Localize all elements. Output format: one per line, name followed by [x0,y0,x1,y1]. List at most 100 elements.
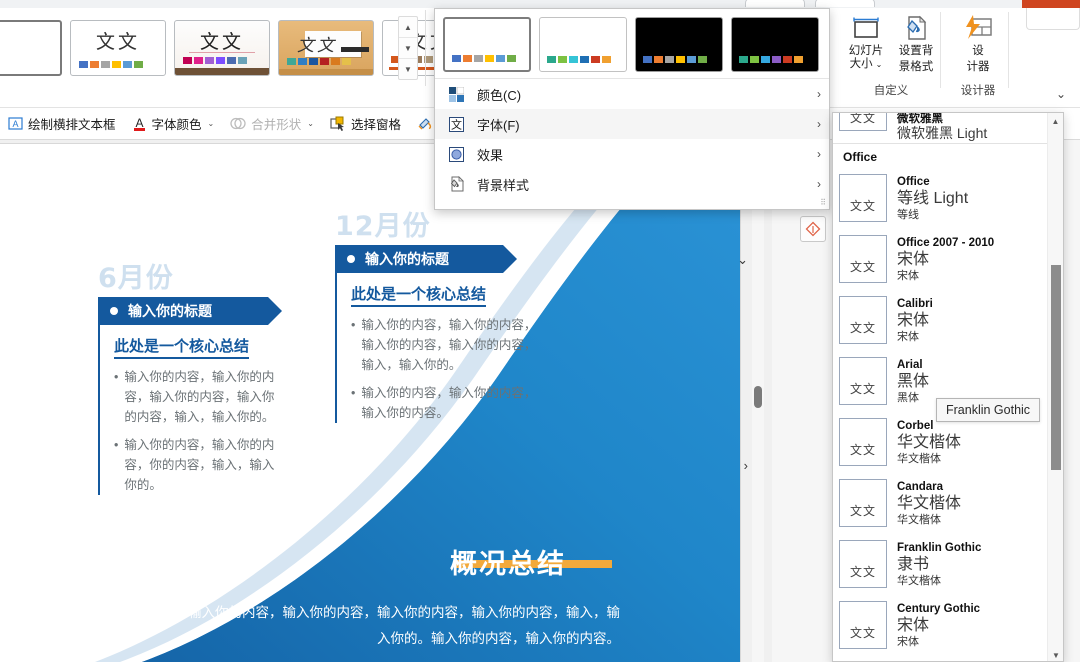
menu-item-background-styles[interactable]: 背景样式 › [435,169,829,199]
theme-gallery[interactable]: 文文 文文 文文 文文 [0,14,478,82]
merge-shapes-label: 合并形状 [251,118,302,132]
font-clipped-line-2: 微软雅黑 Light [897,125,988,141]
ribbon-group-designer: 设 计器 设计器 [948,10,1008,97]
format-background-icon [893,10,939,42]
menu-resize-grip[interactable]: ⠿ [820,198,826,207]
font-name: Franklin Gothic [897,542,982,554]
list-item: • 输入你的内容，输入你的内容，你的内容，输入，输入你的。 [114,435,280,495]
font-list-item-calibri[interactable]: 文文 Calibri 宋体 宋体 [833,290,1063,351]
font-minor: 宋体 [897,636,919,648]
slide-column-june-banner-label: 输入你的标题 [128,303,212,319]
ribbon-tab-stub-2[interactable] [815,0,875,7]
accent-tab-indicator[interactable] [1022,0,1080,8]
chevron-down-icon[interactable]: ⌄ [876,58,883,71]
font-list-scroll-down[interactable]: ▼ [1048,647,1063,661]
canvas-vertical-scrollbar[interactable] [752,140,764,662]
font-preview-tile: 文文 [839,418,887,466]
canvas-scrollbar-thumb[interactable] [754,386,762,408]
ribbon-tab-stub-1[interactable] [745,0,805,7]
slide-column-december-banner[interactable]: 输入你的标题 [335,245,517,273]
ribbon-group-divider-3 [1008,12,1009,88]
font-major: 宋体 [897,617,930,634]
variants-dropdown-menu[interactable]: 颜色(C) › 文 字体(F) › 效果 › 背景样式 › ⠿ [434,8,830,210]
slide-size-icon [843,10,889,42]
slide-column-june-bullet-2: 输入你的内容，输入你的内容，你的内容，输入，输入你的。 [124,438,275,492]
accent-tab-panel [1026,8,1080,30]
font-minor: 华文楷体 [897,575,941,587]
list-item: • 输入你的内容，输入你的内容，输入你的内容，输入你的内容，输入，输入你的。 [351,315,547,375]
font-preview-tile-text: 文文 [849,260,876,274]
font-minor: 等线 [897,209,919,221]
variant-2-swatches [547,56,611,63]
theme-fonts-submenu[interactable]: 文文 微软雅黑 微软雅黑 Light Office 文文 Office 等线 L… [832,112,1064,662]
theme-gallery-more-button[interactable]: ▼ [399,59,417,79]
format-background-button[interactable]: 设置背 景格式 [893,10,939,74]
variant-thumbnail-3[interactable] [635,17,723,72]
theme-gallery-scroll-up[interactable]: ▲ [399,17,417,38]
font-minor: 宋体 [897,331,919,343]
theme-card-wood-swatches [287,58,351,65]
slide-column-december-banner-label: 输入你的标题 [365,251,449,267]
font-color-button[interactable]: A 字体颜色 ⌄ [132,114,215,133]
collapse-ribbon-button[interactable]: ⌄ [1056,87,1066,101]
canvas-chevron-down[interactable]: ⌄ [737,252,748,268]
font-list-scrollbar-thumb[interactable] [1051,265,1061,470]
font-preview-tile-text: 文文 [849,199,876,213]
variant-thumbnail-1[interactable] [443,17,531,72]
font-list-scroll-up[interactable]: ▲ [1048,113,1063,129]
format-painter-icon [417,116,433,131]
font-list-item-candara[interactable]: 文文 Candara 华文楷体 华文楷体 [833,473,1063,534]
slide-column-june-banner[interactable]: 输入你的标题 [98,297,282,325]
bullet-icon: • [351,386,356,400]
slide-column-december-bullet-1: 输入你的内容，输入你的内容，输入你的内容，输入你的内容，输入，输入你的。 [361,318,537,372]
bullet-icon: • [114,370,119,384]
font-list-item-office[interactable]: 文文 Office 等线 Light 等线 [833,168,1063,229]
theme-gallery-scroll[interactable]: ▲ ▼ ▼ [398,16,418,80]
chevron-right-icon: › [817,177,821,191]
slide-canvas-area[interactable]: 项 结 内容， 内容， 内容， 内容， 6月份 输入你的标题 [0,140,772,662]
theme-card-wood[interactable]: 文文 [278,20,374,76]
theme-gallery-scroll-down[interactable]: ▼ [399,38,417,59]
svg-text:A: A [135,116,143,130]
slide[interactable]: 项 结 内容， 内容， 内容， 内容， 6月份 输入你的标题 [0,144,740,662]
variants-thumbnail-row[interactable] [435,9,829,78]
menu-item-fonts[interactable]: 文 字体(F) › [435,109,829,139]
menu-item-colors[interactable]: 颜色(C) › [435,79,829,109]
font-list-item-century-gothic[interactable]: 文文 Century Gothic 宋体 宋体 [833,595,1063,656]
menu-item-effects[interactable]: 效果 › [435,139,829,169]
theme-card-office[interactable]: 文文 [70,20,166,76]
canvas-chevron-right[interactable]: › [744,458,748,473]
designer-label-2: 计器 [966,61,990,73]
variant-thumbnail-2[interactable] [539,17,627,72]
theme-card-paper[interactable]: 文文 [174,20,270,76]
font-list-item-clipped[interactable]: 文文 微软雅黑 微软雅黑 Light [833,113,1063,143]
font-group-header: Office [843,150,878,164]
ribbon-group-divider-2 [940,12,941,88]
theme-card-paper-swatches [183,57,247,64]
theme-card-wood-text: 文文 [297,36,337,56]
slide-size-label-2: 大小 [849,58,873,70]
font-preview-tile: 文文 [839,113,887,131]
design-ideas-tool-button[interactable] [800,216,826,242]
designer-button[interactable]: 设 计器 [955,10,1001,74]
font-list-item-office-2007-2010[interactable]: 文文 Office 2007 - 2010 宋体 宋体 [833,229,1063,290]
font-minor: 宋体 [897,270,919,282]
slide-column-june[interactable]: 6月份 输入你的标题 此处是一个核心总结 • 输入你的内容，输入你的内容，输入你… [98,256,282,503]
merge-shapes-button[interactable]: 合并形状 ⌄ [230,114,314,133]
selection-pane-button[interactable]: 选择窗格 [330,114,401,133]
draw-textbox-button[interactable]: A 绘制横排文本框 [8,114,116,133]
font-list-item-franklin-gothic[interactable]: 文文 Franklin Gothic 隶书 华文楷体 [833,534,1063,595]
menu-item-colors-label: 颜色(C) [477,87,522,103]
chevron-right-icon: › [817,87,821,101]
list-item: • 输入你的内容，输入你的内容，输入你的内容。 [351,383,547,423]
chevron-down-icon[interactable]: ⌄ [208,119,215,128]
font-preview-tile-text: 文文 [849,321,876,335]
slide-size-button[interactable]: 幻灯片 大小 ⌄ [843,10,889,74]
slide-column-december[interactable]: 12月份 输入你的标题 此处是一个核心总结 • 输入你的内容，输入你的内容，输入… [335,204,545,431]
theme-card-blank[interactable] [0,20,62,76]
variant-thumbnail-4[interactable] [731,17,819,72]
chevron-down-icon[interactable]: ⌄ [307,119,314,128]
font-list-scrollbar[interactable]: ▲ ▼ [1047,113,1063,661]
fonts-icon: 文 [447,115,465,133]
font-tooltip: Franklin Gothic [936,398,1041,422]
